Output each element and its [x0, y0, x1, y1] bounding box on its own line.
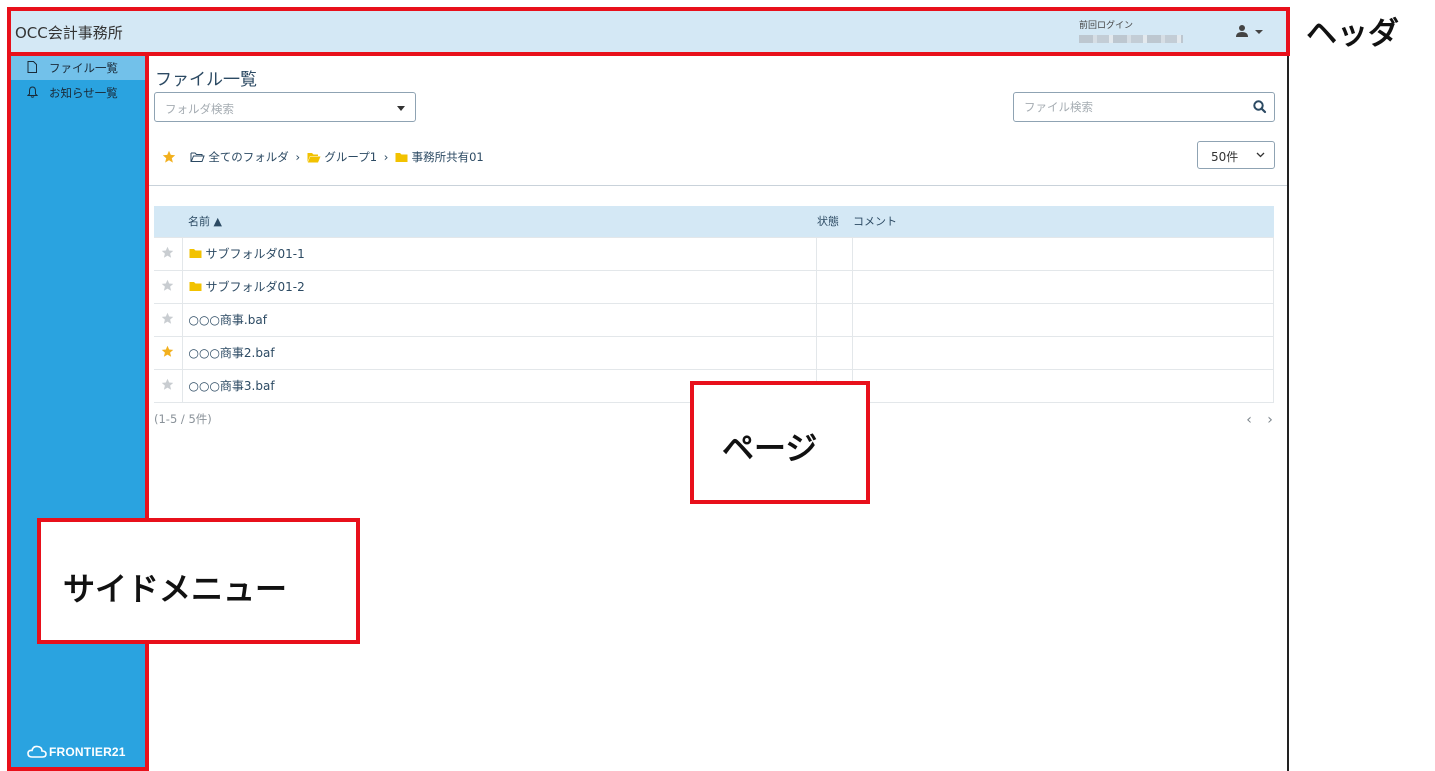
- table-row[interactable]: ○○○商事2.baf: [154, 335, 1274, 369]
- folder-icon: [189, 282, 201, 291]
- page-annotation-label: ページ: [722, 429, 818, 467]
- result-count: (1-5 / 5件): [154, 412, 212, 426]
- star-column-header: [154, 206, 182, 237]
- name-cell: ○○○商事.baf: [182, 302, 817, 336]
- header-annotation-label: ヘッダ: [1306, 16, 1399, 52]
- file-link[interactable]: ○○○商事3.baf: [189, 379, 275, 393]
- folder-open-icon: [307, 152, 321, 162]
- table-row[interactable]: サブフォルダ01-1: [154, 236, 1274, 270]
- page-annotation-box: ページ: [690, 381, 870, 504]
- star-cell: [154, 368, 183, 403]
- state-column-header: 状態: [816, 206, 852, 237]
- breadcrumb-separator: ›: [295, 150, 301, 164]
- sidemenu-annotation-frame: [7, 56, 149, 771]
- comment-cell: [852, 335, 1274, 369]
- star-cell: [154, 302, 183, 336]
- comment-cell: [852, 236, 1274, 270]
- breadcrumb: 全てのフォルダ › グループ1 › 事務所共有01: [162, 149, 484, 167]
- table-row[interactable]: ○○○商事.baf: [154, 302, 1274, 336]
- file-link[interactable]: ○○○商事.baf: [189, 313, 267, 327]
- folder-link[interactable]: サブフォルダ01-2: [206, 280, 305, 294]
- file-search-box: [1013, 92, 1275, 122]
- state-cell: [816, 335, 853, 369]
- star-cell: [154, 335, 183, 369]
- per-page-select[interactable]: 50件: [1197, 141, 1275, 169]
- star-icon[interactable]: [161, 246, 174, 259]
- name-cell: サブフォルダ01-1: [182, 236, 817, 270]
- file-search-input[interactable]: [1014, 93, 1239, 121]
- table-header-row: 名前 ▲ 状態 コメント: [154, 206, 1274, 237]
- app-window: OCC会計事務所 前回ログイン ファイル一覧 お知らせ一覧 FRONTIER21…: [7, 7, 1289, 771]
- page-title: ファイル一覧: [155, 70, 257, 90]
- prev-page-button[interactable]: ‹: [1241, 412, 1257, 428]
- comment-column-header: コメント: [852, 206, 1274, 237]
- caret-down-icon: [397, 106, 405, 111]
- folder-search-placeholder: フォルダ検索: [165, 102, 234, 116]
- star-icon[interactable]: [161, 279, 174, 292]
- state-cell: [816, 269, 853, 303]
- next-page-button[interactable]: ›: [1262, 412, 1278, 428]
- star-icon[interactable]: [161, 378, 174, 391]
- state-cell: [816, 236, 853, 270]
- chevron-down-icon: [1256, 152, 1265, 158]
- breadcrumb-all-folders[interactable]: 全てのフォルダ: [208, 150, 289, 164]
- name-cell: サブフォルダ01-2: [182, 269, 817, 303]
- header-annotation-frame: [7, 7, 1290, 56]
- folder-icon: [189, 249, 201, 258]
- star-cell: [154, 269, 183, 303]
- divider: [147, 185, 1287, 186]
- file-link[interactable]: ○○○商事2.baf: [189, 346, 275, 360]
- comment-cell: [852, 368, 1274, 403]
- breadcrumb-group1[interactable]: グループ1: [324, 150, 377, 164]
- sidemenu-annotation-box: サイドメニュー: [37, 518, 360, 644]
- name-column-header[interactable]: 名前 ▲: [182, 206, 816, 237]
- star-icon[interactable]: [162, 150, 176, 164]
- pagination: ‹ ›: [1241, 409, 1278, 428]
- breadcrumb-separator: ›: [383, 150, 389, 164]
- breadcrumb-current-folder[interactable]: 事務所共有01: [412, 150, 484, 164]
- folder-open-icon: [190, 152, 205, 162]
- per-page-value: 50件: [1211, 150, 1239, 164]
- folder-search-select[interactable]: フォルダ検索: [154, 92, 416, 122]
- star-icon[interactable]: [161, 312, 174, 325]
- file-table: 名前 ▲ 状態 コメント サブフォルダ01-1 サブフォルダ01-2 ○○○商事.b…: [154, 206, 1274, 403]
- star-cell: [154, 236, 183, 270]
- search-icon[interactable]: [1252, 99, 1268, 115]
- folder-icon: [395, 152, 408, 162]
- name-cell: ○○○商事2.baf: [182, 335, 817, 369]
- table-row[interactable]: サブフォルダ01-2: [154, 269, 1274, 303]
- comment-cell: [852, 302, 1274, 336]
- comment-cell: [852, 269, 1274, 303]
- folder-link[interactable]: サブフォルダ01-1: [206, 247, 305, 261]
- star-filled-icon[interactable]: [161, 345, 174, 358]
- state-cell: [816, 302, 853, 336]
- sidemenu-annotation-label: サイドメニュー: [63, 570, 288, 608]
